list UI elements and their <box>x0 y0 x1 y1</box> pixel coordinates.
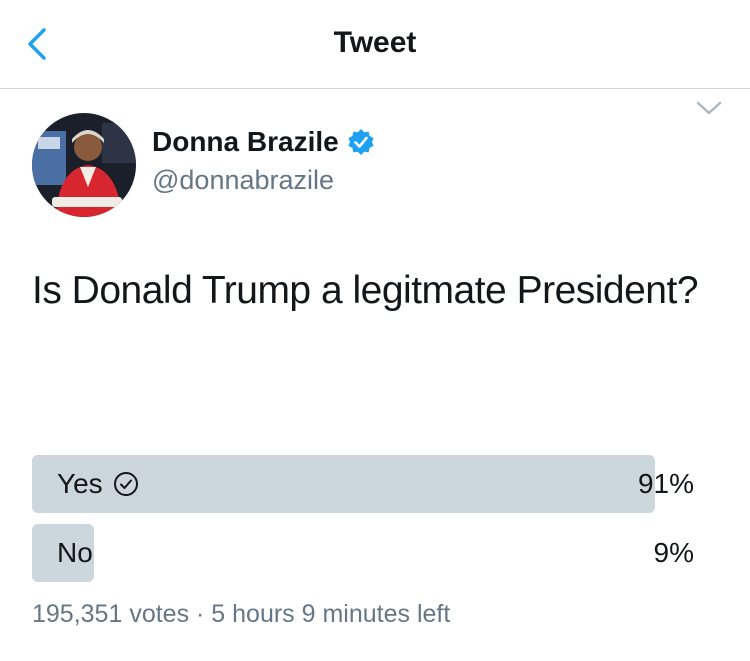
check-circle-icon <box>113 472 138 496</box>
author-name[interactable]: Donna Brazile <box>152 126 339 158</box>
poll-option-percent: 91% <box>637 468 694 499</box>
avatar[interactable] <box>32 113 136 217</box>
poll-summary: 195,351 votes · 5 hours 9 minutes left <box>32 600 451 628</box>
poll-option-no: No 9% <box>32 524 698 582</box>
avatar-image <box>32 113 136 217</box>
poll-option-label-row: Yes <box>57 468 139 500</box>
chevron-down-icon[interactable] <box>694 98 724 118</box>
poll-option-percent: 9% <box>653 537 694 568</box>
page-title: Tweet <box>333 26 417 59</box>
navigation-bar: Tweet <box>0 0 750 89</box>
poll-option-yes: Yes 91% <box>32 455 698 513</box>
verified-badge-icon <box>348 129 374 155</box>
author-handle[interactable]: @donnabrazile <box>152 165 334 196</box>
tweet-text: Is Donald Trump a legitmate President? <box>32 269 699 312</box>
poll-option-label-row: No <box>57 537 93 569</box>
author-row: Donna Brazile <box>152 126 375 158</box>
poll-option-label: No <box>57 537 93 568</box>
poll-option-label: Yes <box>57 468 103 499</box>
